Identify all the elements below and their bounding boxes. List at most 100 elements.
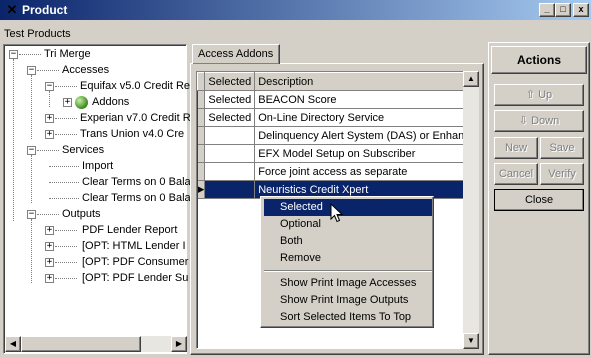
tree-connector: [49, 182, 79, 183]
close-window-button[interactable]: x: [573, 3, 589, 17]
description-cell[interactable]: Delinquency Alert System (DAS) or Enhan: [254, 126, 469, 145]
row-indicator[interactable]: [197, 90, 206, 109]
tree-connector: [49, 91, 50, 107]
expand-icon[interactable]: +: [45, 226, 54, 235]
expand-icon[interactable]: +: [63, 98, 72, 107]
tree-node-clear-terms[interactable]: Clear Terms on 0 Bala: [82, 190, 191, 206]
context-menu: Selected Optional Both Remove Show Print…: [260, 196, 434, 328]
addons-ball-icon: [75, 96, 88, 109]
menu-separator: [264, 270, 432, 272]
scroll-up-icon[interactable]: ▲: [463, 71, 479, 87]
menu-item-sort-selected-items-to-top[interactable]: Sort Selected Items To Top: [264, 309, 432, 326]
collapse-icon[interactable]: −: [27, 210, 36, 219]
collapse-icon[interactable]: −: [9, 50, 18, 59]
tree-node-outputs[interactable]: Outputs: [62, 206, 101, 222]
table-row[interactable]: Selected On-Line Directory Service: [197, 108, 469, 127]
description-cell[interactable]: EFX Model Setup on Subscriber: [254, 144, 469, 163]
tree-connector: [37, 214, 59, 215]
tree-node-opt-html-lender[interactable]: [OPT: HTML Lender I: [82, 238, 186, 254]
scroll-thumb[interactable]: [21, 336, 141, 352]
maximize-button[interactable]: □: [555, 3, 571, 17]
tree-connector: [37, 70, 59, 71]
tree-connector: [13, 59, 14, 221]
menu-item-optional[interactable]: Optional: [264, 216, 432, 233]
tree-connector: [49, 198, 79, 199]
tree-node-import[interactable]: Import: [82, 158, 113, 174]
table-row[interactable]: Delinquency Alert System (DAS) or Enhan: [197, 126, 469, 145]
table-row[interactable]: Selected BEACON Score: [197, 90, 469, 109]
new-button[interactable]: New: [494, 137, 538, 159]
actions-title: Actions: [491, 46, 587, 74]
scroll-right-icon[interactable]: ▶: [171, 336, 187, 352]
close-button[interactable]: Close: [494, 189, 584, 211]
expand-icon[interactable]: +: [45, 130, 54, 139]
description-cell[interactable]: BEACON Score: [254, 90, 469, 109]
expand-icon[interactable]: +: [45, 114, 54, 123]
collapse-icon[interactable]: −: [45, 82, 54, 91]
tree-connector: [49, 166, 79, 167]
cancel-button[interactable]: Cancel: [494, 163, 538, 185]
selected-cell[interactable]: Selected: [204, 108, 256, 127]
arrow-down-icon: ⇩: [518, 115, 529, 127]
vertical-scrollbar[interactable]: ▲ ▼: [463, 71, 479, 349]
tree-node-experian[interactable]: Experian v7.0 Credit R: [80, 110, 191, 126]
menu-item-remove[interactable]: Remove: [264, 250, 432, 267]
save-button[interactable]: Save: [540, 137, 584, 159]
tree-node-equifax[interactable]: Equifax v5.0 Credit Re: [80, 78, 190, 94]
menu-item-show-print-image-outputs[interactable]: Show Print Image Outputs: [264, 292, 432, 309]
column-header-selected[interactable]: Selected: [204, 72, 256, 91]
tree-node-clear-terms[interactable]: Clear Terms on 0 Bala: [82, 174, 191, 190]
expand-icon[interactable]: +: [45, 242, 54, 251]
expand-icon[interactable]: +: [45, 274, 54, 283]
collapse-icon[interactable]: −: [27, 146, 36, 155]
tab-access-addons[interactable]: Access Addons: [192, 44, 280, 64]
menu-item-selected[interactable]: Selected: [264, 199, 432, 216]
tree-node-pdf-lender-report[interactable]: PDF Lender Report: [82, 222, 177, 238]
down-button[interactable]: ⇩ Down: [494, 110, 584, 132]
menu-item-show-print-image-accesses[interactable]: Show Print Image Accesses: [264, 275, 432, 292]
tree-connector: [55, 278, 77, 279]
selected-cell[interactable]: [204, 180, 256, 199]
tree-node-addons[interactable]: Addons: [92, 94, 129, 110]
table-row[interactable]: Force joint access as separate: [197, 162, 469, 181]
selected-cell[interactable]: [204, 126, 256, 145]
row-indicator[interactable]: [197, 126, 206, 145]
mouse-pointer-icon: [330, 203, 343, 223]
current-row-arrow-icon[interactable]: ▶: [197, 180, 206, 199]
description-cell[interactable]: Force joint access as separate: [254, 162, 469, 181]
tree-node-services[interactable]: Services: [62, 142, 104, 158]
tree-node-tri-merge[interactable]: Tri Merge: [44, 46, 91, 62]
table-row[interactable]: EFX Model Setup on Subscriber: [197, 144, 469, 163]
menu-item-both[interactable]: Both: [264, 233, 432, 250]
selected-cell[interactable]: [204, 162, 256, 181]
product-name: Test Products: [4, 28, 71, 40]
column-header-description[interactable]: Description: [254, 72, 469, 91]
row-indicator[interactable]: [197, 144, 206, 163]
scroll-left-icon[interactable]: ◀: [5, 336, 21, 352]
tree-node-accesses[interactable]: Accesses: [62, 62, 109, 78]
tree-node-trans-union[interactable]: Trans Union v4.0 Cre: [80, 126, 184, 142]
title-bar: ✕ Product _ □ x: [0, 0, 591, 20]
verify-button[interactable]: Verify: [540, 163, 584, 185]
tree-connector: [55, 230, 77, 231]
scroll-down-icon[interactable]: ▼: [463, 333, 479, 349]
expand-icon[interactable]: +: [45, 258, 54, 267]
tree-connector: [31, 219, 32, 283]
minimize-button[interactable]: _: [539, 3, 555, 17]
collapse-icon[interactable]: −: [27, 66, 36, 75]
up-button[interactable]: ⇧ Up: [494, 84, 584, 106]
selected-cell[interactable]: Selected: [204, 90, 256, 109]
tree-node-opt-pdf-lender-su[interactable]: [OPT: PDF Lender Su: [82, 270, 188, 286]
row-indicator[interactable]: [197, 162, 206, 181]
x-icon: ✕: [6, 2, 18, 17]
row-indicator[interactable]: [197, 108, 206, 127]
tree-connector: [55, 262, 77, 263]
product-tree[interactable]: − Tri Merge − Accesses − Equifax v5.0 Cr…: [3, 44, 191, 354]
tree-connector: [31, 155, 32, 203]
tree-node-opt-pdf-consumer[interactable]: [OPT: PDF Consumer: [82, 254, 188, 270]
horizontal-scrollbar[interactable]: ◀ ▶: [5, 336, 187, 352]
selected-cell[interactable]: [204, 144, 256, 163]
description-cell[interactable]: On-Line Directory Service: [254, 108, 469, 127]
tree-connector: [31, 75, 32, 139]
window-title: Product: [22, 3, 68, 17]
